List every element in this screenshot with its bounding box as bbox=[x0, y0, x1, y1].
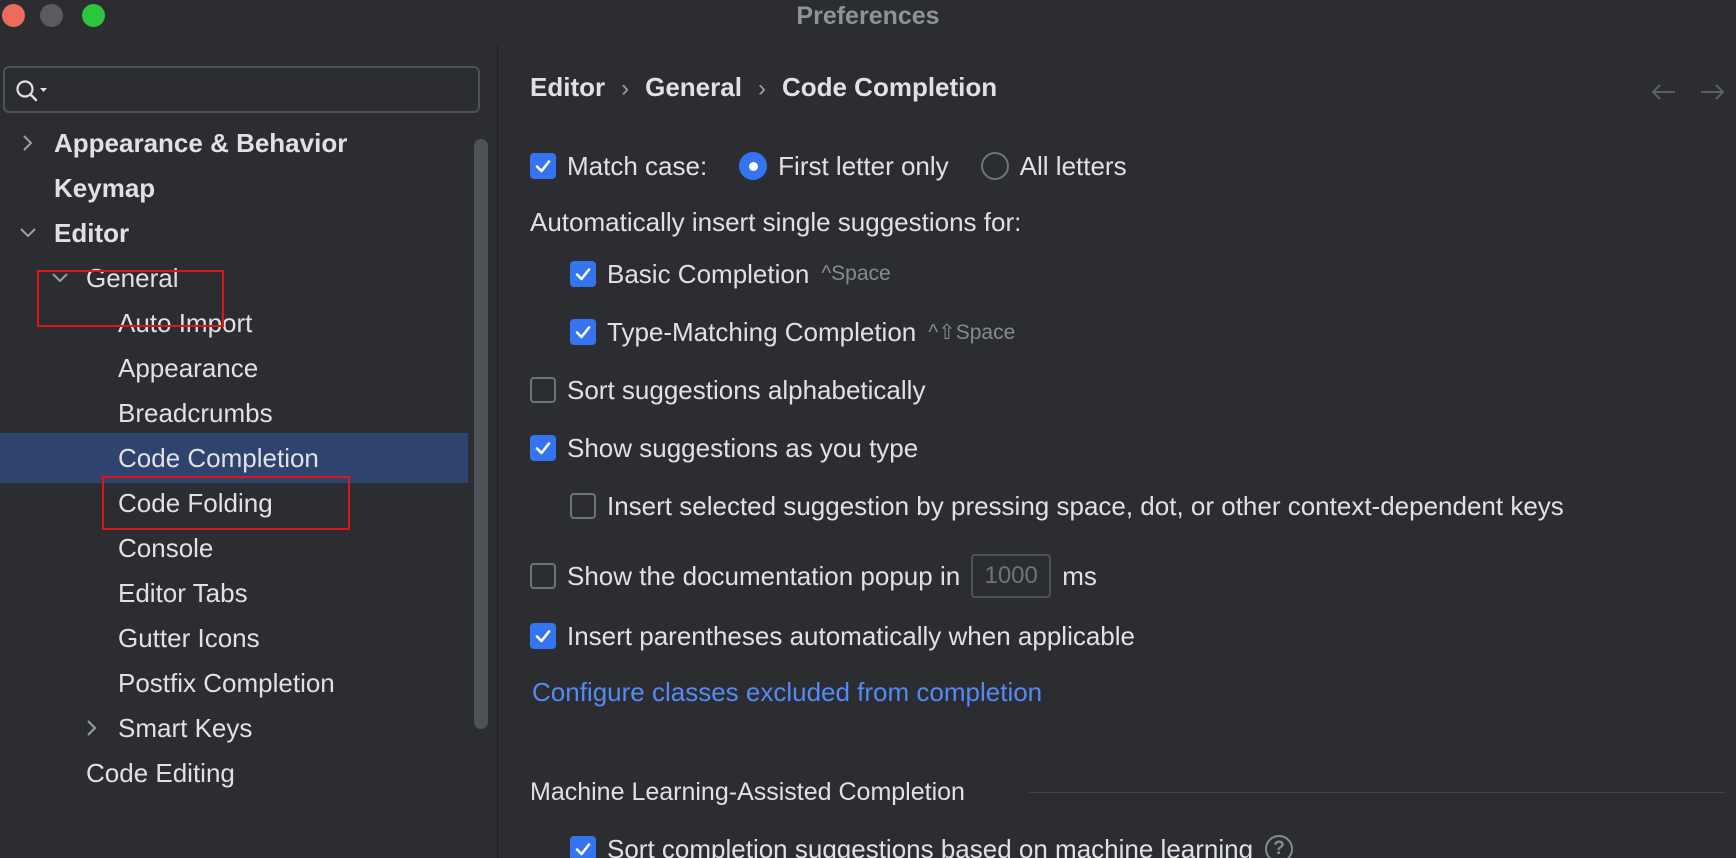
settings-search[interactable] bbox=[3, 66, 480, 113]
show-as-type-row: Show suggestions as you type bbox=[530, 430, 918, 466]
sidebar-item-label: Breadcrumbs bbox=[118, 398, 273, 428]
auto-insert-heading: Automatically insert single suggestions … bbox=[530, 206, 1022, 237]
doc-popup-row: Show the documentation popup in ms bbox=[530, 552, 1097, 600]
basic-completion-label: Basic Completion bbox=[607, 258, 810, 289]
ml-section-header: Machine Learning-Assisted Completion bbox=[530, 774, 965, 810]
sidebar-item-label: Editor bbox=[54, 218, 130, 248]
sidebar-item-general[interactable]: General bbox=[0, 253, 468, 303]
sidebar-item-editor[interactable]: Editor bbox=[0, 208, 468, 258]
forward-arrow-icon[interactable] bbox=[1699, 82, 1727, 102]
configure-excluded-classes-link[interactable]: Configure classes excluded from completi… bbox=[532, 677, 1042, 708]
match-case-checkbox[interactable] bbox=[530, 153, 556, 179]
chevron-down-icon[interactable] bbox=[49, 267, 71, 289]
section-divider bbox=[1029, 792, 1725, 793]
doc-popup-checkbox[interactable] bbox=[530, 563, 556, 589]
sidebar-item-keymap[interactable]: Keymap bbox=[0, 163, 468, 213]
sidebar-item-label: Code Editing bbox=[86, 758, 235, 788]
sort-alpha-label: Sort suggestions alphabetically bbox=[567, 374, 926, 405]
checkmark-icon bbox=[535, 630, 551, 643]
first-letter-only-radio[interactable] bbox=[739, 152, 768, 180]
ml-sort-label: Sort completion suggestions based on mac… bbox=[607, 833, 1254, 858]
search-input[interactable] bbox=[53, 74, 473, 106]
show-as-type-label: Show suggestions as you type bbox=[567, 432, 919, 463]
checkmark-icon bbox=[535, 442, 551, 455]
all-letters-radio[interactable] bbox=[980, 152, 1009, 180]
insert-parens-row: Insert parentheses automatically when ap… bbox=[530, 618, 1135, 654]
basic-completion-shortcut: ^Space bbox=[821, 262, 891, 285]
configure-link-row: Configure classes excluded from completi… bbox=[532, 674, 1042, 710]
search-icon bbox=[16, 80, 47, 102]
chevron-down-icon[interactable] bbox=[17, 222, 39, 244]
checkmark-icon bbox=[535, 160, 551, 173]
sidebar-item-label: Keymap bbox=[54, 173, 156, 203]
breadcrumb-item-general[interactable]: General bbox=[645, 72, 742, 103]
window-title: Preferences bbox=[796, 2, 940, 30]
type-matching-shortcut: ^⇧Space bbox=[928, 320, 1016, 344]
type-matching-label: Type-Matching Completion bbox=[607, 316, 917, 347]
sidebar-item-label: Console bbox=[118, 533, 214, 563]
doc-popup-label: Show the documentation popup in bbox=[567, 560, 961, 591]
sidebar-item-label: Postfix Completion bbox=[118, 668, 335, 698]
doc-popup-delay-input[interactable] bbox=[971, 554, 1052, 598]
sidebar-item-label: Code Folding bbox=[118, 488, 273, 518]
settings-sidebar: Appearance & Behavior Keymap Editor Gene… bbox=[0, 44, 498, 858]
breadcrumb-item-code-completion: Code Completion bbox=[781, 72, 998, 102]
match-case-label: Match case: bbox=[567, 150, 708, 181]
type-matching-row: Type-Matching Completion ^⇧Space bbox=[570, 314, 1015, 350]
sort-alpha-checkbox[interactable] bbox=[530, 377, 556, 403]
sort-alpha-row: Sort suggestions alphabetically bbox=[530, 372, 925, 408]
sidebar-item-label: Editor Tabs bbox=[118, 578, 248, 608]
ml-section-title: Machine Learning-Assisted Completion bbox=[530, 777, 965, 806]
settings-content: Editor › General › Code Completion Match cas… bbox=[499, 44, 1736, 858]
insert-parens-checkbox[interactable] bbox=[530, 623, 556, 649]
insert-selected-checkbox[interactable] bbox=[570, 493, 596, 519]
sidebar-item-code-folding[interactable]: Code Folding bbox=[0, 478, 468, 528]
match-case-row: Match case: First letter only All letter… bbox=[530, 148, 1127, 184]
all-letters-label: All letters bbox=[1019, 150, 1127, 181]
sidebar-item-auto-import[interactable]: Auto Import bbox=[0, 298, 468, 348]
breadcrumb-separator: › bbox=[757, 75, 766, 102]
basic-completion-row: Basic Completion ^Space bbox=[570, 256, 891, 292]
sidebar-item-postfix-completion[interactable]: Postfix Completion bbox=[0, 658, 468, 708]
auto-insert-heading-row: Automatically insert single suggestions … bbox=[530, 204, 1021, 240]
checkmark-icon bbox=[575, 326, 591, 339]
insert-selected-label: Insert selected suggestion by pressing s… bbox=[607, 490, 1564, 521]
chevron-right-icon[interactable] bbox=[17, 132, 39, 154]
sidebar-item-console[interactable]: Console bbox=[0, 523, 468, 573]
sidebar-item-appearance[interactable]: Appearance bbox=[0, 343, 468, 393]
basic-completion-checkbox[interactable] bbox=[570, 261, 596, 287]
sidebar-item-label: Smart Keys bbox=[118, 713, 253, 743]
sidebar-scrollbar[interactable] bbox=[474, 139, 488, 729]
sidebar-item-breadcrumbs[interactable]: Breadcrumbs bbox=[0, 388, 468, 438]
ml-sort-row: Sort completion suggestions based on mac… bbox=[570, 831, 1294, 858]
sidebar-item-smart-keys[interactable]: Smart Keys bbox=[0, 703, 468, 753]
sidebar-item-label: Code Completion bbox=[118, 443, 319, 473]
type-matching-checkbox[interactable] bbox=[570, 319, 596, 345]
sidebar-item-label: Gutter Icons bbox=[118, 623, 260, 653]
sidebar-item-editor-tabs[interactable]: Editor Tabs bbox=[0, 568, 468, 618]
checkmark-icon bbox=[575, 268, 591, 281]
title-bar: Preferences bbox=[0, 0, 1736, 34]
back-arrow-icon[interactable] bbox=[1649, 82, 1677, 102]
sidebar-item-gutter-icons[interactable]: Gutter Icons bbox=[0, 613, 468, 663]
checkmark-icon bbox=[575, 843, 591, 856]
chevron-right-icon[interactable] bbox=[81, 717, 103, 739]
breadcrumb-item-editor[interactable]: Editor bbox=[530, 72, 605, 103]
show-as-type-checkbox[interactable] bbox=[530, 435, 556, 461]
sidebar-item-label: General bbox=[86, 263, 179, 293]
sidebar-item-code-completion[interactable]: Code Completion bbox=[0, 433, 468, 483]
breadcrumb-separator: › bbox=[621, 75, 630, 102]
help-icon[interactable]: ? bbox=[1265, 835, 1294, 858]
sidebar-item-appearance-behavior[interactable]: Appearance & Behavior bbox=[0, 118, 468, 168]
sidebar-item-label: Appearance bbox=[118, 353, 259, 383]
sidebar-item-label: Appearance & Behavior bbox=[54, 128, 348, 158]
doc-popup-unit: ms bbox=[1062, 560, 1097, 591]
insert-parens-label: Insert parentheses automatically when ap… bbox=[567, 620, 1136, 651]
sidebar-item-code-editing[interactable]: Code Editing bbox=[0, 748, 468, 798]
ml-sort-checkbox[interactable] bbox=[570, 836, 596, 858]
first-letter-only-label: First letter only bbox=[778, 150, 949, 181]
insert-selected-row: Insert selected suggestion by pressing s… bbox=[570, 488, 1564, 524]
sidebar-item-label: Auto Import bbox=[118, 308, 253, 338]
breadcrumb: Editor › General › Code Completion bbox=[530, 72, 997, 103]
